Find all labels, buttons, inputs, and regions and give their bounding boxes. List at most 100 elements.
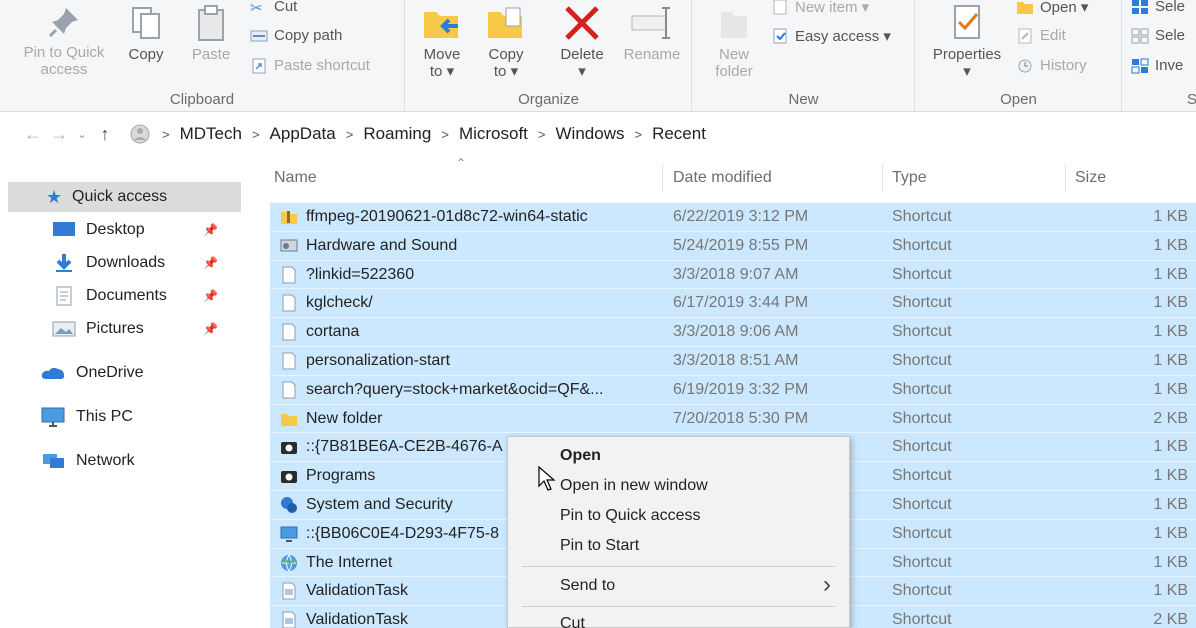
file-row[interactable]: New folder 7/20/2018 5:30 PM Shortcut 2 KB bbox=[270, 403, 1196, 433]
file-row[interactable]: ffmpeg-20190621-01d8c72-win64-static 6/22… bbox=[270, 202, 1196, 231]
ribbon: Pin to Quick access Copy Paste ✂ Cut Cop… bbox=[0, 0, 1196, 112]
recent-locations-chevron-icon[interactable]: ⌄ bbox=[72, 128, 92, 141]
file-size: 1 KB bbox=[1153, 467, 1188, 485]
forward-arrow-icon[interactable]: → bbox=[46, 124, 72, 145]
paste-shortcut-button[interactable]: Paste shortcut bbox=[250, 57, 370, 74]
paste-shortcut-label: Paste shortcut bbox=[274, 57, 370, 74]
file-icon bbox=[282, 323, 296, 341]
file-size: 1 KB bbox=[1153, 496, 1188, 513]
breadcrumb[interactable]: > MDTech > AppData > Roaming > Microsoft > W… bbox=[128, 123, 706, 145]
nav-item-pictures[interactable]: Pictures 📌 bbox=[52, 314, 242, 344]
camera-icon bbox=[281, 471, 297, 484]
network-icon bbox=[43, 454, 64, 468]
file-date-modified: 3/3/2018 9:07 AM bbox=[673, 265, 799, 283]
file-name: ffmpeg-20190621-01d8c72-win64-static bbox=[306, 208, 588, 225]
select-none-button[interactable]: Sele bbox=[1131, 27, 1185, 44]
user-folder-icon bbox=[130, 124, 150, 144]
properties-button[interactable]: Properties ▾ bbox=[924, 4, 1010, 80]
edit-icon bbox=[1018, 28, 1032, 43]
breadcrumb-item-roaming[interactable]: Roaming bbox=[363, 124, 431, 144]
back-arrow-icon[interactable]: ← bbox=[20, 124, 46, 145]
context-menu-send-to[interactable]: Send to bbox=[560, 577, 615, 595]
copy-to-label: Copy to ▾ bbox=[488, 46, 524, 80]
rename-button[interactable]: Rename bbox=[618, 4, 686, 63]
nav-label-desktop: Desktop bbox=[86, 221, 145, 238]
file-date-modified: 7/20/2018 5:30 PM bbox=[673, 409, 809, 427]
context-menu-open-new-window[interactable]: Open in new window bbox=[560, 477, 708, 495]
file-date-modified: 5/24/2019 8:55 PM bbox=[673, 236, 809, 254]
file-size: 1 KB bbox=[1153, 553, 1188, 571]
new-folder-button[interactable]: New folder bbox=[707, 4, 761, 80]
move-to-button[interactable]: Move to ▾ bbox=[416, 4, 468, 80]
new-item-button[interactable]: New item ▾ bbox=[771, 0, 869, 16]
history-button[interactable]: History bbox=[1016, 57, 1087, 74]
nav-item-desktop[interactable]: Desktop 📌 bbox=[52, 215, 242, 245]
computer-icon bbox=[41, 407, 65, 427]
doc-icon bbox=[282, 611, 296, 628]
context-menu-open[interactable]: Open bbox=[560, 447, 601, 465]
file-row[interactable]: cortana 3/3/2018 9:06 AM Shortcut 1 KB bbox=[270, 317, 1196, 347]
select-none-icon bbox=[1131, 28, 1149, 43]
select-none-label: Sele bbox=[1155, 27, 1186, 44]
move-to-icon bbox=[424, 12, 458, 38]
file-size: 1 KB bbox=[1153, 380, 1188, 398]
file-name: personalization-start bbox=[306, 352, 451, 369]
breadcrumb-item-mdtech[interactable]: MDTech bbox=[180, 124, 242, 144]
file-type: Shortcut bbox=[892, 496, 952, 513]
cut-button[interactable]: ✂ Cut bbox=[250, 0, 297, 17]
column-header-date-modified[interactable]: Date modified bbox=[673, 160, 873, 196]
file-row[interactable]: ?linkid=522360 3/3/2018 9:07 AM Shortcut 1 … bbox=[270, 259, 1196, 289]
onedrive-cloud-icon bbox=[41, 367, 65, 379]
file-row[interactable]: search?query=stock+market&ocid=QF&... 6/1… bbox=[270, 374, 1196, 404]
file-size: 1 KB bbox=[1153, 352, 1188, 369]
star-icon: ★ bbox=[46, 186, 63, 207]
breadcrumb-item-windows[interactable]: Windows bbox=[556, 124, 625, 144]
copy-button[interactable]: Copy bbox=[120, 4, 172, 63]
select-all-button[interactable]: Sele bbox=[1131, 0, 1185, 15]
breadcrumb-item-recent[interactable]: Recent bbox=[652, 124, 706, 144]
context-menu-cut[interactable]: Cut bbox=[560, 615, 585, 628]
file-type: Shortcut bbox=[892, 553, 952, 571]
paste-button[interactable]: Paste bbox=[184, 4, 238, 63]
file-row[interactable]: Hardware and Sound 5/24/2019 8:55 PM Short… bbox=[270, 230, 1196, 260]
nav-item-this-pc[interactable]: This PC bbox=[40, 402, 240, 432]
breadcrumb-item-microsoft[interactable]: Microsoft bbox=[459, 124, 528, 144]
nav-item-quick-access[interactable]: ★ Quick access bbox=[8, 182, 241, 212]
column-header-type[interactable]: Type bbox=[892, 160, 1042, 196]
column-divider[interactable] bbox=[662, 164, 663, 192]
file-size: 2 KB bbox=[1153, 611, 1188, 628]
invert-selection-button[interactable]: Inve bbox=[1131, 57, 1183, 74]
menu-separator bbox=[522, 566, 835, 567]
context-menu-pin-quick-access[interactable]: Pin to Quick access bbox=[560, 507, 701, 525]
column-header-name[interactable]: Name bbox=[274, 160, 654, 196]
pin-to-quick-access-button[interactable]: Pin to Quick access bbox=[14, 4, 114, 78]
column-divider[interactable] bbox=[882, 164, 883, 192]
paste-shortcut-icon bbox=[252, 58, 266, 73]
file-size: 1 KB bbox=[1153, 265, 1188, 283]
new-folder-icon bbox=[721, 12, 747, 38]
context-menu-pin-start[interactable]: Pin to Start bbox=[560, 537, 639, 555]
column-header-size[interactable]: Size bbox=[1075, 160, 1175, 196]
file-row[interactable]: kglcheck/6/17/2019 3:44 PM Shortcut 1 KB bbox=[270, 288, 1196, 318]
column-divider[interactable] bbox=[1065, 164, 1066, 192]
copy-to-button[interactable]: Copy to ▾ bbox=[480, 4, 532, 80]
nav-item-documents[interactable]: Documents 📌 bbox=[52, 281, 242, 311]
file-size: 1 KB bbox=[1153, 524, 1188, 542]
nav-item-onedrive[interactable]: OneDrive bbox=[40, 358, 240, 388]
file-row[interactable]: personalization-start 3/3/2018 8:51 AM Sho… bbox=[270, 346, 1196, 375]
up-arrow-icon[interactable]: ↑ bbox=[92, 124, 118, 145]
open-button[interactable]: Open ▾ bbox=[1016, 0, 1088, 16]
nav-item-network[interactable]: Network bbox=[40, 446, 240, 476]
easy-access-button[interactable]: Easy access ▾ bbox=[771, 27, 891, 45]
file-size: 1 KB bbox=[1153, 323, 1188, 341]
copy-label: Copy bbox=[128, 46, 164, 63]
select-group: Sele Sele Inve S bbox=[1123, 0, 1196, 112]
copy-path-button[interactable]: Copy path bbox=[250, 27, 342, 44]
pictures-icon bbox=[52, 321, 76, 337]
breadcrumb-item-appdata[interactable]: AppData bbox=[270, 124, 336, 144]
invert-selection-label: Inve bbox=[1155, 57, 1184, 74]
delete-button[interactable]: Delete ▾ bbox=[554, 4, 610, 80]
file-type: Shortcut bbox=[892, 380, 952, 398]
edit-button[interactable]: Edit bbox=[1016, 27, 1066, 44]
nav-item-downloads[interactable]: Downloads 📌 bbox=[52, 248, 242, 278]
